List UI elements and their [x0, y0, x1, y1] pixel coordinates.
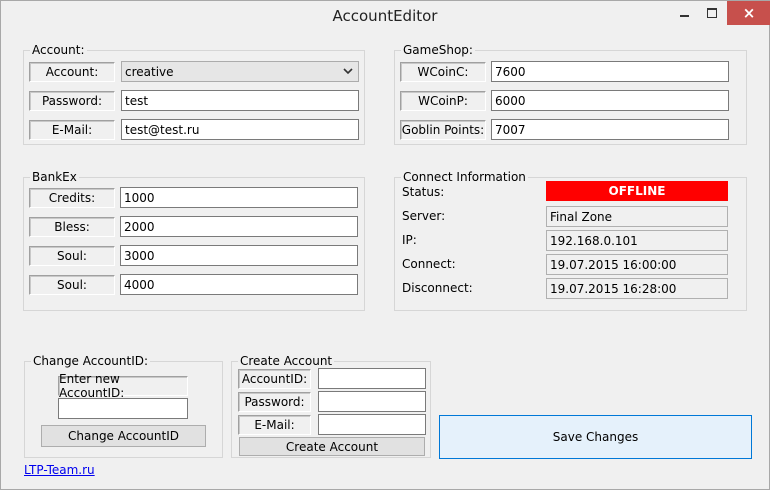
new-accountid-input[interactable] [58, 398, 188, 419]
connect-time-value: 19.07.2015 16:00:00 [546, 254, 728, 275]
connect-info-legend: Connect Information [401, 170, 528, 184]
close-icon: × [742, 4, 756, 22]
soul2-input[interactable] [120, 274, 358, 295]
enter-new-accountid-label: Enter new AccountID: [58, 372, 188, 400]
bankex-legend: BankEx [30, 170, 79, 184]
create-account-button[interactable]: Create Account [239, 437, 425, 456]
chevron-down-icon [343, 68, 353, 75]
credits-label: Credits: [29, 188, 115, 208]
create-password-input[interactable] [318, 391, 426, 412]
gameshop-legend: GameShop: [401, 43, 475, 57]
wcoinp-input[interactable] [491, 90, 729, 111]
password-label: Password: [29, 91, 115, 111]
wcoinc-input[interactable] [491, 61, 729, 82]
gameshop-group: GameShop: WCoinC: WCoinP: Goblin Points: [394, 43, 747, 145]
credits-input[interactable] [120, 187, 358, 208]
connect-label: Connect: [402, 257, 456, 271]
password-input[interactable] [121, 90, 359, 111]
create-email-input[interactable] [318, 414, 426, 435]
create-accountid-label: AccountID: [238, 369, 311, 389]
create-accountid-input[interactable] [318, 368, 426, 389]
email-input[interactable] [121, 119, 359, 140]
server-value: Final Zone [546, 206, 728, 227]
window-title: AccountEditor [332, 7, 438, 25]
minimize-icon [679, 15, 689, 17]
ltp-team-link[interactable]: LTP-Team.ru [24, 463, 95, 477]
bankex-group: BankEx Credits: Bless: Soul: Soul: [23, 170, 365, 311]
soul-label: Soul: [29, 246, 115, 266]
change-accountid-group: Change AccountID: Enter new AccountID: C… [24, 354, 223, 458]
server-label: Server: [402, 209, 446, 223]
bless-label: Bless: [29, 217, 115, 237]
disconnect-label: Disconnect: [402, 281, 473, 295]
connect-info-group: Connect Information Status: OFFLINE Serv… [394, 170, 747, 311]
soul-input[interactable] [120, 245, 358, 266]
create-email-label: E-Mail: [238, 415, 311, 435]
account-legend: Account: [30, 43, 87, 57]
account-group: Account: Account: creative Password: E-M… [23, 43, 365, 145]
account-editor-window: AccountEditor × Account: Account: creati… [0, 0, 770, 490]
wcoinp-label: WCoinP: [400, 91, 486, 111]
create-account-group: Create Account AccountID: Password: E-Ma… [231, 354, 431, 458]
goblin-points-label: Goblin Points: [400, 120, 486, 140]
status-badge: OFFLINE [546, 181, 728, 201]
save-changes-button[interactable]: Save Changes [439, 415, 752, 459]
email-label: E-Mail: [29, 120, 115, 140]
account-select[interactable]: creative [121, 61, 359, 82]
create-account-legend: Create Account [238, 354, 335, 368]
create-password-label: Password: [238, 392, 311, 412]
goblin-points-input[interactable] [491, 119, 729, 140]
account-label: Account: [29, 62, 115, 82]
ip-value: 192.168.0.101 [546, 230, 728, 251]
status-label: Status: [402, 185, 445, 199]
minimize-button[interactable] [671, 1, 697, 25]
maximize-icon [707, 8, 717, 18]
title-bar[interactable]: AccountEditor × [1, 1, 770, 31]
soul2-label: Soul: [29, 275, 115, 295]
maximize-button[interactable] [699, 1, 725, 25]
account-select-value: creative [125, 64, 174, 79]
change-accountid-button[interactable]: Change AccountID [41, 425, 206, 447]
ip-label: IP: [402, 233, 417, 247]
disconnect-time-value: 19.07.2015 16:28:00 [546, 278, 728, 299]
close-button[interactable]: × [727, 1, 770, 25]
bless-input[interactable] [120, 216, 358, 237]
wcoinc-label: WCoinC: [400, 62, 486, 82]
change-accountid-legend: Change AccountID: [31, 354, 151, 368]
